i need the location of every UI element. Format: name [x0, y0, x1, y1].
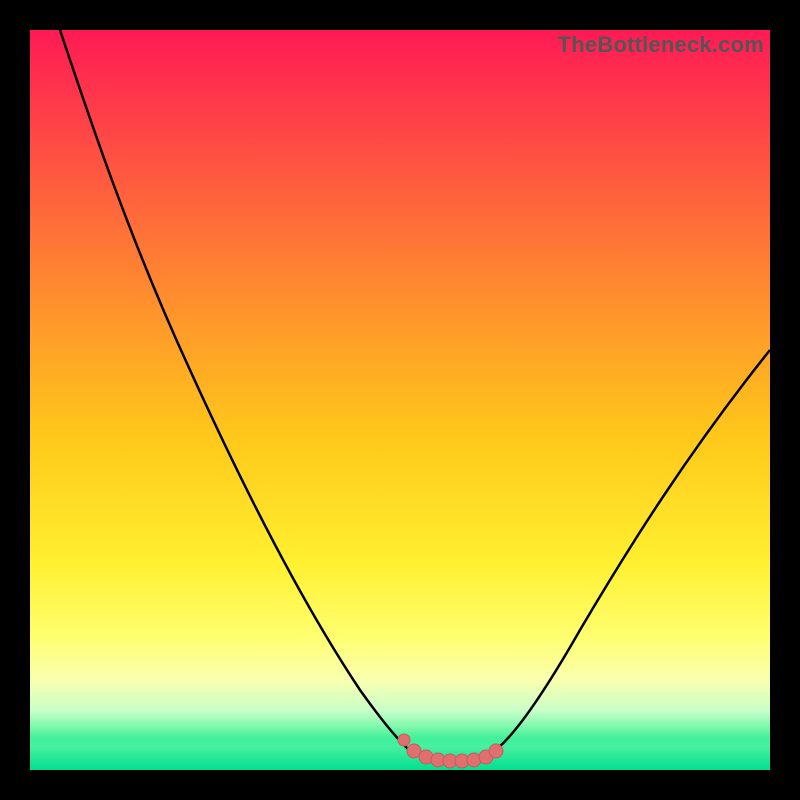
chart-frame: TheBottleneck.com: [30, 30, 770, 770]
curve-layer: [30, 30, 770, 770]
left-curve: [60, 30, 414, 754]
watermark-text: TheBottleneck.com: [558, 32, 764, 58]
flat-bottom-markers: [407, 744, 503, 768]
right-curve: [490, 350, 770, 754]
lone-marker: [398, 734, 410, 746]
